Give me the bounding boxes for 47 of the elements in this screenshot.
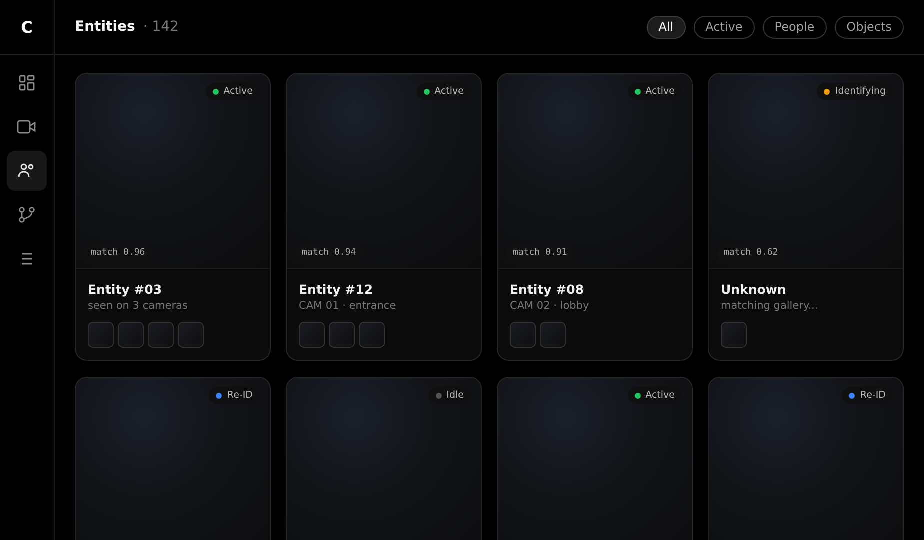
entity-name: Entity #12	[299, 282, 374, 297]
status-label: Active	[646, 390, 675, 401]
page-title: Entities	[75, 19, 136, 35]
entity-detail: matching gallery...	[721, 300, 820, 312]
thumbnail[interactable]	[299, 322, 325, 348]
logo: C	[0, 0, 54, 55]
status-label: Active	[224, 86, 253, 97]
entity-card[interactable]: Active	[497, 377, 693, 540]
filter-chip[interactable]: Objects	[834, 16, 904, 38]
thumbnail[interactable]	[118, 322, 144, 348]
entity-detail: CAM 01 · entrance	[299, 300, 398, 312]
entity-name: Unknown	[721, 282, 788, 297]
entity-card[interactable]: Active match 0.96 Entity #03 seen on 3 cameras	[75, 73, 271, 361]
nav-button[interactable]	[7, 151, 47, 191]
thumbnail[interactable]	[359, 322, 385, 348]
branch-icon	[18, 206, 36, 224]
entity-count: · 142	[143, 19, 179, 35]
filter-chip[interactable]: All	[646, 16, 686, 38]
entity-card[interactable]: Active match 0.91 Entity #08 CAM 02 · lobby	[497, 73, 693, 361]
menu-icon	[20, 252, 34, 266]
thumbnail[interactable]	[148, 322, 174, 348]
people-icon	[18, 163, 36, 179]
status-label: Re-ID	[227, 390, 253, 401]
status-label: Idle	[446, 390, 464, 401]
status-label: Re-ID	[860, 390, 886, 401]
thumbnail[interactable]	[329, 322, 355, 348]
entity-name: Entity #08	[510, 282, 586, 297]
status-label: Identifying	[835, 86, 886, 97]
entity-name: Entity #03	[88, 282, 164, 297]
thumbnail[interactable]	[721, 322, 747, 348]
thumbnail[interactable]	[540, 322, 566, 348]
video-camera-icon	[17, 119, 37, 135]
grid-icon	[18, 74, 36, 92]
entity-card[interactable]: Idle	[286, 377, 482, 540]
filter-chip[interactable]: Active	[694, 16, 755, 38]
status-label: Active	[434, 86, 464, 97]
status-label: Active	[646, 86, 675, 97]
entity-detail: CAM 02 · lobby	[510, 300, 590, 312]
entity-card[interactable]: Active match 0.94 Entity #12 CAM 01 · entrance	[286, 73, 482, 361]
thumbnail[interactable]	[88, 322, 114, 348]
entity-card[interactable]: Re-ID	[75, 377, 271, 540]
filter-chip[interactable]: People	[762, 16, 827, 38]
thumbnail[interactable]	[510, 322, 536, 348]
entity-detail: seen on 3 cameras	[88, 300, 189, 312]
entity-card[interactable]: Re-ID	[708, 377, 904, 540]
entity-card[interactable]: Identifying match 0.62 Unknown matching gallery...	[708, 73, 904, 361]
thumbnail[interactable]	[178, 322, 204, 348]
